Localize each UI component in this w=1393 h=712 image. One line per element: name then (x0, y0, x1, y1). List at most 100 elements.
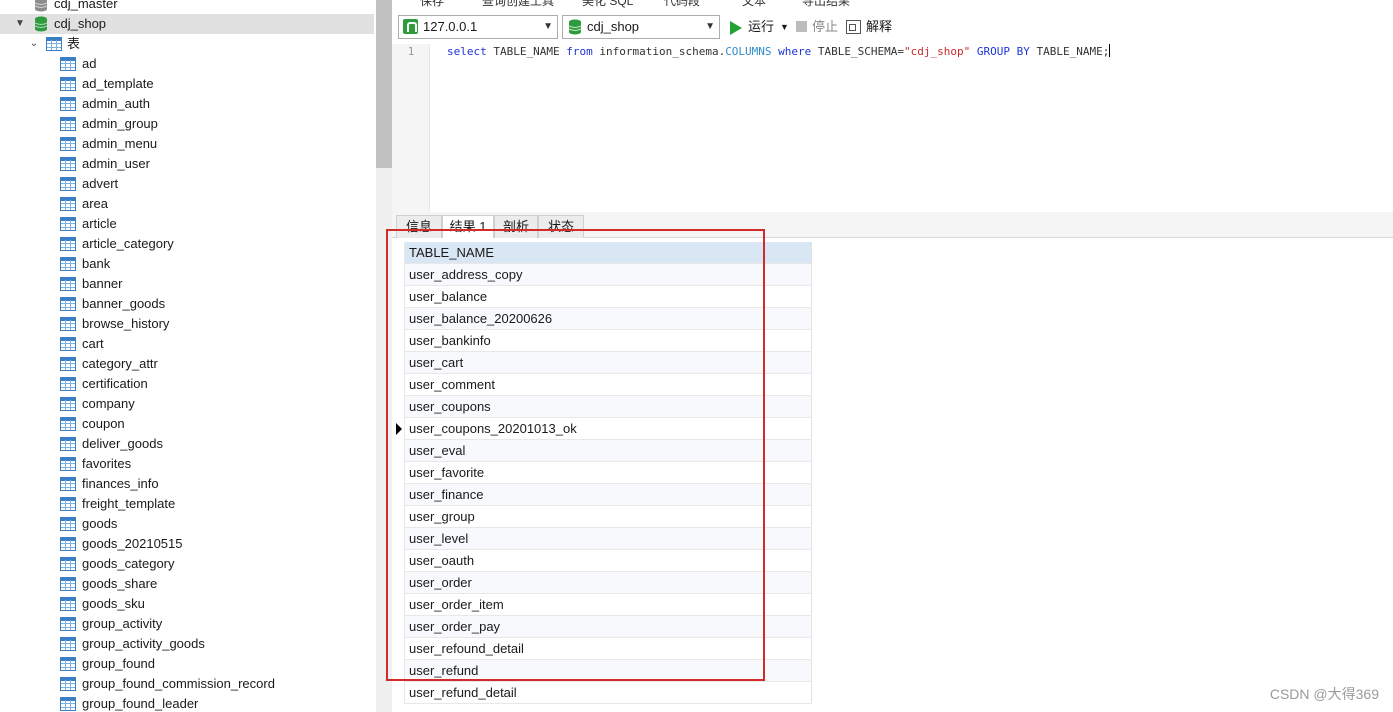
database-icon (34, 16, 48, 32)
table-row[interactable]: user_refund (404, 660, 812, 682)
tree-item[interactable]: category_attr (0, 354, 374, 374)
tree-item[interactable]: goods (0, 514, 374, 534)
tree-item[interactable]: cart (0, 334, 374, 354)
tree-item-label: bank (82, 256, 111, 271)
tree-item-label: advert (82, 176, 119, 191)
table-icon (60, 257, 76, 271)
sql-code[interactable]: select TABLE_NAME from information_schem… (447, 44, 1111, 60)
table-row[interactable]: user_finance (404, 484, 812, 506)
tree-item[interactable]: group_activity_goods (0, 634, 374, 654)
tree-item[interactable]: freight_template (0, 494, 374, 514)
column-header-table-name[interactable]: TABLE_NAME (404, 242, 812, 264)
query-builder-button[interactable]: 查询创建工具 (482, 0, 554, 8)
explain-button[interactable]: 解释 (846, 15, 898, 39)
table-row[interactable]: user_oauth (404, 550, 812, 572)
tab-result-1[interactable]: 结果 1 (442, 215, 494, 239)
tree-item-label: banner (82, 276, 123, 291)
tree-item[interactable]: goods_20210515 (0, 534, 374, 554)
run-button[interactable]: 运行 ▼ (730, 15, 790, 39)
table-row[interactable]: user_coupons (404, 396, 812, 418)
table-icon (60, 77, 76, 91)
sql-keyword: GROUP BY (976, 45, 1030, 58)
chevron-down-icon[interactable]: ⌄ (28, 34, 40, 54)
tree-item[interactable]: admin_auth (0, 94, 374, 114)
table-row[interactable]: user_favorite (404, 462, 812, 484)
table-icon (60, 477, 76, 491)
tree-item[interactable]: browse_history (0, 314, 374, 334)
table-row[interactable]: user_refund_detail (404, 682, 812, 704)
tree-item[interactable]: group_found_commission_record (0, 674, 374, 694)
export-result-button[interactable]: 导出结果 (802, 0, 850, 8)
tree-item[interactable]: cdj_master (0, 0, 374, 14)
current-row-pointer-icon (396, 423, 402, 435)
tree-item[interactable]: coupon (0, 414, 374, 434)
stop-icon (796, 21, 807, 32)
tree-item[interactable]: advert (0, 174, 374, 194)
table-icon (60, 657, 76, 671)
tree-item[interactable]: certification (0, 374, 374, 394)
sql-editor[interactable]: 1 select TABLE_NAME from information_sch… (392, 44, 1393, 212)
tree-item[interactable]: goods_category (0, 554, 374, 574)
table-row[interactable]: user_cart (404, 352, 812, 374)
explain-label: 解释 (866, 19, 893, 34)
tree-item[interactable]: bank (0, 254, 374, 274)
tree-item[interactable]: ad (0, 54, 374, 74)
row-indicator-column (392, 242, 404, 712)
tree-item[interactable]: finances_info (0, 474, 374, 494)
tree-item[interactable]: admin_group (0, 114, 374, 134)
tree-item[interactable]: admin_user (0, 154, 374, 174)
tab-info[interactable]: 信息 (396, 215, 442, 238)
tree-item-label: category_attr (82, 356, 158, 371)
stop-button[interactable]: 停止 (796, 15, 842, 39)
table-row[interactable]: user_group (404, 506, 812, 528)
beautify-sql-button[interactable]: 美化 SQL (582, 0, 633, 8)
tree-item[interactable]: ⌄ 表 (0, 34, 374, 54)
table-row[interactable]: user_bankinfo (404, 330, 812, 352)
table-row[interactable]: user_refound_detail (404, 638, 812, 660)
tree-scrollbar[interactable] (376, 0, 392, 712)
tree-item[interactable]: admin_menu (0, 134, 374, 154)
table-row[interactable]: user_order_pay (404, 616, 812, 638)
sql-string: "cdj_shop" (904, 45, 971, 58)
table-row[interactable]: user_eval (404, 440, 812, 462)
tree-item-label: cdj_shop (54, 16, 107, 31)
table-row[interactable]: user_level (404, 528, 812, 550)
chevron-down-icon[interactable]: ▼ (780, 15, 789, 39)
tree-item[interactable]: article_category (0, 234, 374, 254)
table-icon (60, 57, 76, 71)
tree-item[interactable]: group_found_leader (0, 694, 374, 712)
table-icon (60, 337, 76, 351)
table-row[interactable]: user_balance (404, 286, 812, 308)
tree-item[interactable]: group_activity (0, 614, 374, 634)
chevron-down-icon[interactable]: ▼ (14, 14, 26, 34)
tab-status[interactable]: 状态 (538, 215, 584, 238)
tree-item[interactable]: banner_goods (0, 294, 374, 314)
tree-item[interactable]: deliver_goods (0, 434, 374, 454)
database-select[interactable]: cdj_shop ▼ (562, 15, 720, 39)
table-row[interactable]: user_balance_20200626 (404, 308, 812, 330)
tree-item[interactable]: banner (0, 274, 374, 294)
tree-item[interactable]: company (0, 394, 374, 414)
tree-item[interactable]: goods_sku (0, 594, 374, 614)
table-row[interactable]: user_comment (404, 374, 812, 396)
tree-item[interactable]: area (0, 194, 374, 214)
tree-item[interactable]: favorites (0, 454, 374, 474)
tree-item[interactable]: ▼ cdj_shop (0, 14, 374, 34)
save-button[interactable]: 保存 (420, 0, 444, 8)
table-row[interactable]: user_coupons_20201013_ok (404, 418, 812, 440)
table-row[interactable]: user_address_copy (404, 264, 812, 286)
connection-select[interactable]: 127.0.0.1 ▼ (398, 15, 558, 39)
table-icon (60, 137, 76, 151)
tree-item[interactable]: goods_share (0, 574, 374, 594)
tree-item[interactable]: article (0, 214, 374, 234)
table-row[interactable]: user_order (404, 572, 812, 594)
text-button[interactable]: 文本 (742, 0, 766, 8)
table-row[interactable]: user_order_item (404, 594, 812, 616)
tree-scrollbar-thumb[interactable] (376, 0, 392, 168)
tree-item[interactable]: ad_template (0, 74, 374, 94)
tab-profile[interactable]: 剖析 (494, 215, 538, 238)
code-snippet-button[interactable]: 代码段 (664, 0, 700, 8)
tree-item-label: ad (82, 56, 97, 71)
tree-item[interactable]: group_found (0, 654, 374, 674)
